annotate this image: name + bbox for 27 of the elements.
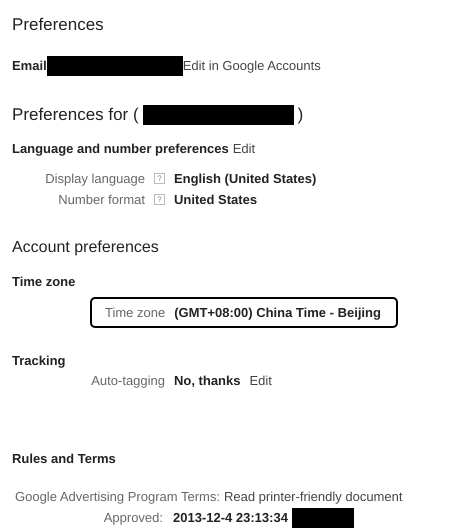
field-label: Display language	[44, 170, 145, 188]
field-value: (GMT+08:00) China Time - Beijing	[174, 304, 381, 322]
section-heading: )	[298, 104, 304, 126]
subsection-heading: Language and number preferences	[12, 140, 229, 158]
email-label: Email	[12, 57, 47, 76]
field-value: 2013-12-4 23:13:34	[173, 508, 288, 527]
edit-link[interactable]: Edit	[232, 139, 256, 159]
page-title: Preferences	[12, 14, 104, 36]
edit-link[interactable]: Edit in Google Accounts	[182, 56, 321, 76]
field-label: Google Advertising Program Terms:	[15, 488, 220, 506]
field-label: Time zone	[105, 304, 166, 322]
subsection-heading: Tracking	[12, 352, 66, 370]
field-label: Auto-tagging	[90, 372, 165, 390]
field-value: No, thanks	[174, 372, 240, 390]
help-icon[interactable]: ?	[154, 194, 165, 205]
help-icon[interactable]: ?	[154, 173, 165, 184]
edit-link[interactable]: Edit	[249, 371, 272, 391]
section-heading: Account preferences	[12, 238, 159, 258]
subsection-heading: Time zone	[12, 273, 76, 292]
field-label: Approved:	[102, 508, 163, 527]
field-label: Number format	[57, 190, 145, 209]
field-value: English (United States)	[174, 170, 316, 188]
document-link[interactable]: Read printer-friendly document	[224, 487, 402, 507]
subsection-heading: Rules and Terms	[12, 450, 116, 468]
field-value: United States	[174, 190, 258, 209]
redaction-bar	[292, 508, 354, 528]
section-heading: Preferences for (	[12, 104, 139, 126]
